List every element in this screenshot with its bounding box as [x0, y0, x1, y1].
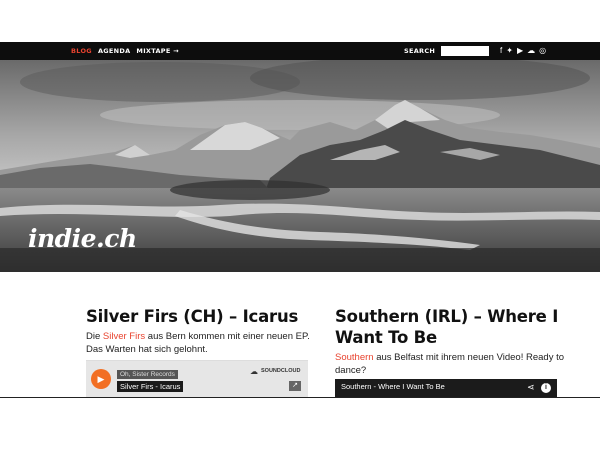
post-card: Southern (IRL) – Where I Want To Be Sout… [335, 306, 565, 377]
video-player[interactable]: Southern - Where I Want To Be ⋖ i [335, 379, 557, 397]
divider [0, 397, 600, 398]
share-icon[interactable]: ↗ [289, 381, 301, 391]
social-icons: f ✦ ▶ ☁ ◎ [500, 42, 546, 60]
nav-item-mixtape[interactable]: MIXTAPE → [136, 47, 178, 55]
top-nav-bar: BLOG AGENDA MIXTAPE → SEARCH f ✦ ▶ ☁ ◎ [0, 42, 600, 60]
soundcloud-logo-icon: ☁ [250, 367, 258, 376]
nav-item-blog[interactable]: BLOG [71, 47, 92, 55]
twitter-icon[interactable]: ✦ [506, 47, 513, 55]
site-logo[interactable]: indie.ch [28, 224, 137, 253]
search-input[interactable] [441, 46, 489, 56]
soundcloud-brand[interactable]: SOUNDCLOUD [261, 368, 300, 374]
play-icon[interactable]: ▶ [91, 369, 111, 389]
track-title[interactable]: Silver Firs - Icarus [117, 381, 184, 392]
post-excerpt: Die Silver Firs aus Bern kommen mit eine… [86, 331, 312, 356]
soundcloud-player: ▶ Oh, Sister Records Silver Firs - Icaru… [86, 360, 308, 398]
post-card: Silver Firs (CH) – Icarus Die Silver Fir… [86, 306, 312, 356]
search-label: SEARCH [404, 47, 436, 55]
soundcloud-icon[interactable]: ☁ [527, 47, 535, 55]
main-nav: BLOG AGENDA MIXTAPE → [71, 42, 179, 60]
artist-link[interactable]: Southern [335, 352, 374, 363]
video-title[interactable]: Southern - Where I Want To Be [341, 379, 445, 395]
facebook-icon[interactable]: f [500, 47, 502, 55]
artist-link[interactable]: Silver Firs [103, 331, 145, 342]
nav-item-agenda[interactable]: AGENDA [98, 47, 130, 55]
record-label[interactable]: Oh, Sister Records [117, 370, 178, 379]
post-excerpt: Southern aus Belfast mit ihrem neuen Vid… [335, 352, 565, 377]
post-title[interactable]: Silver Firs (CH) – Icarus [86, 306, 312, 327]
post-title[interactable]: Southern (IRL) – Where I Want To Be [335, 306, 565, 348]
info-icon[interactable]: i [541, 383, 551, 393]
share-icon[interactable]: ⋖ [527, 382, 535, 393]
post-excerpt-text: Die [86, 331, 103, 342]
rss-icon[interactable]: ◎ [539, 47, 546, 55]
youtube-icon[interactable]: ▶ [517, 47, 523, 55]
